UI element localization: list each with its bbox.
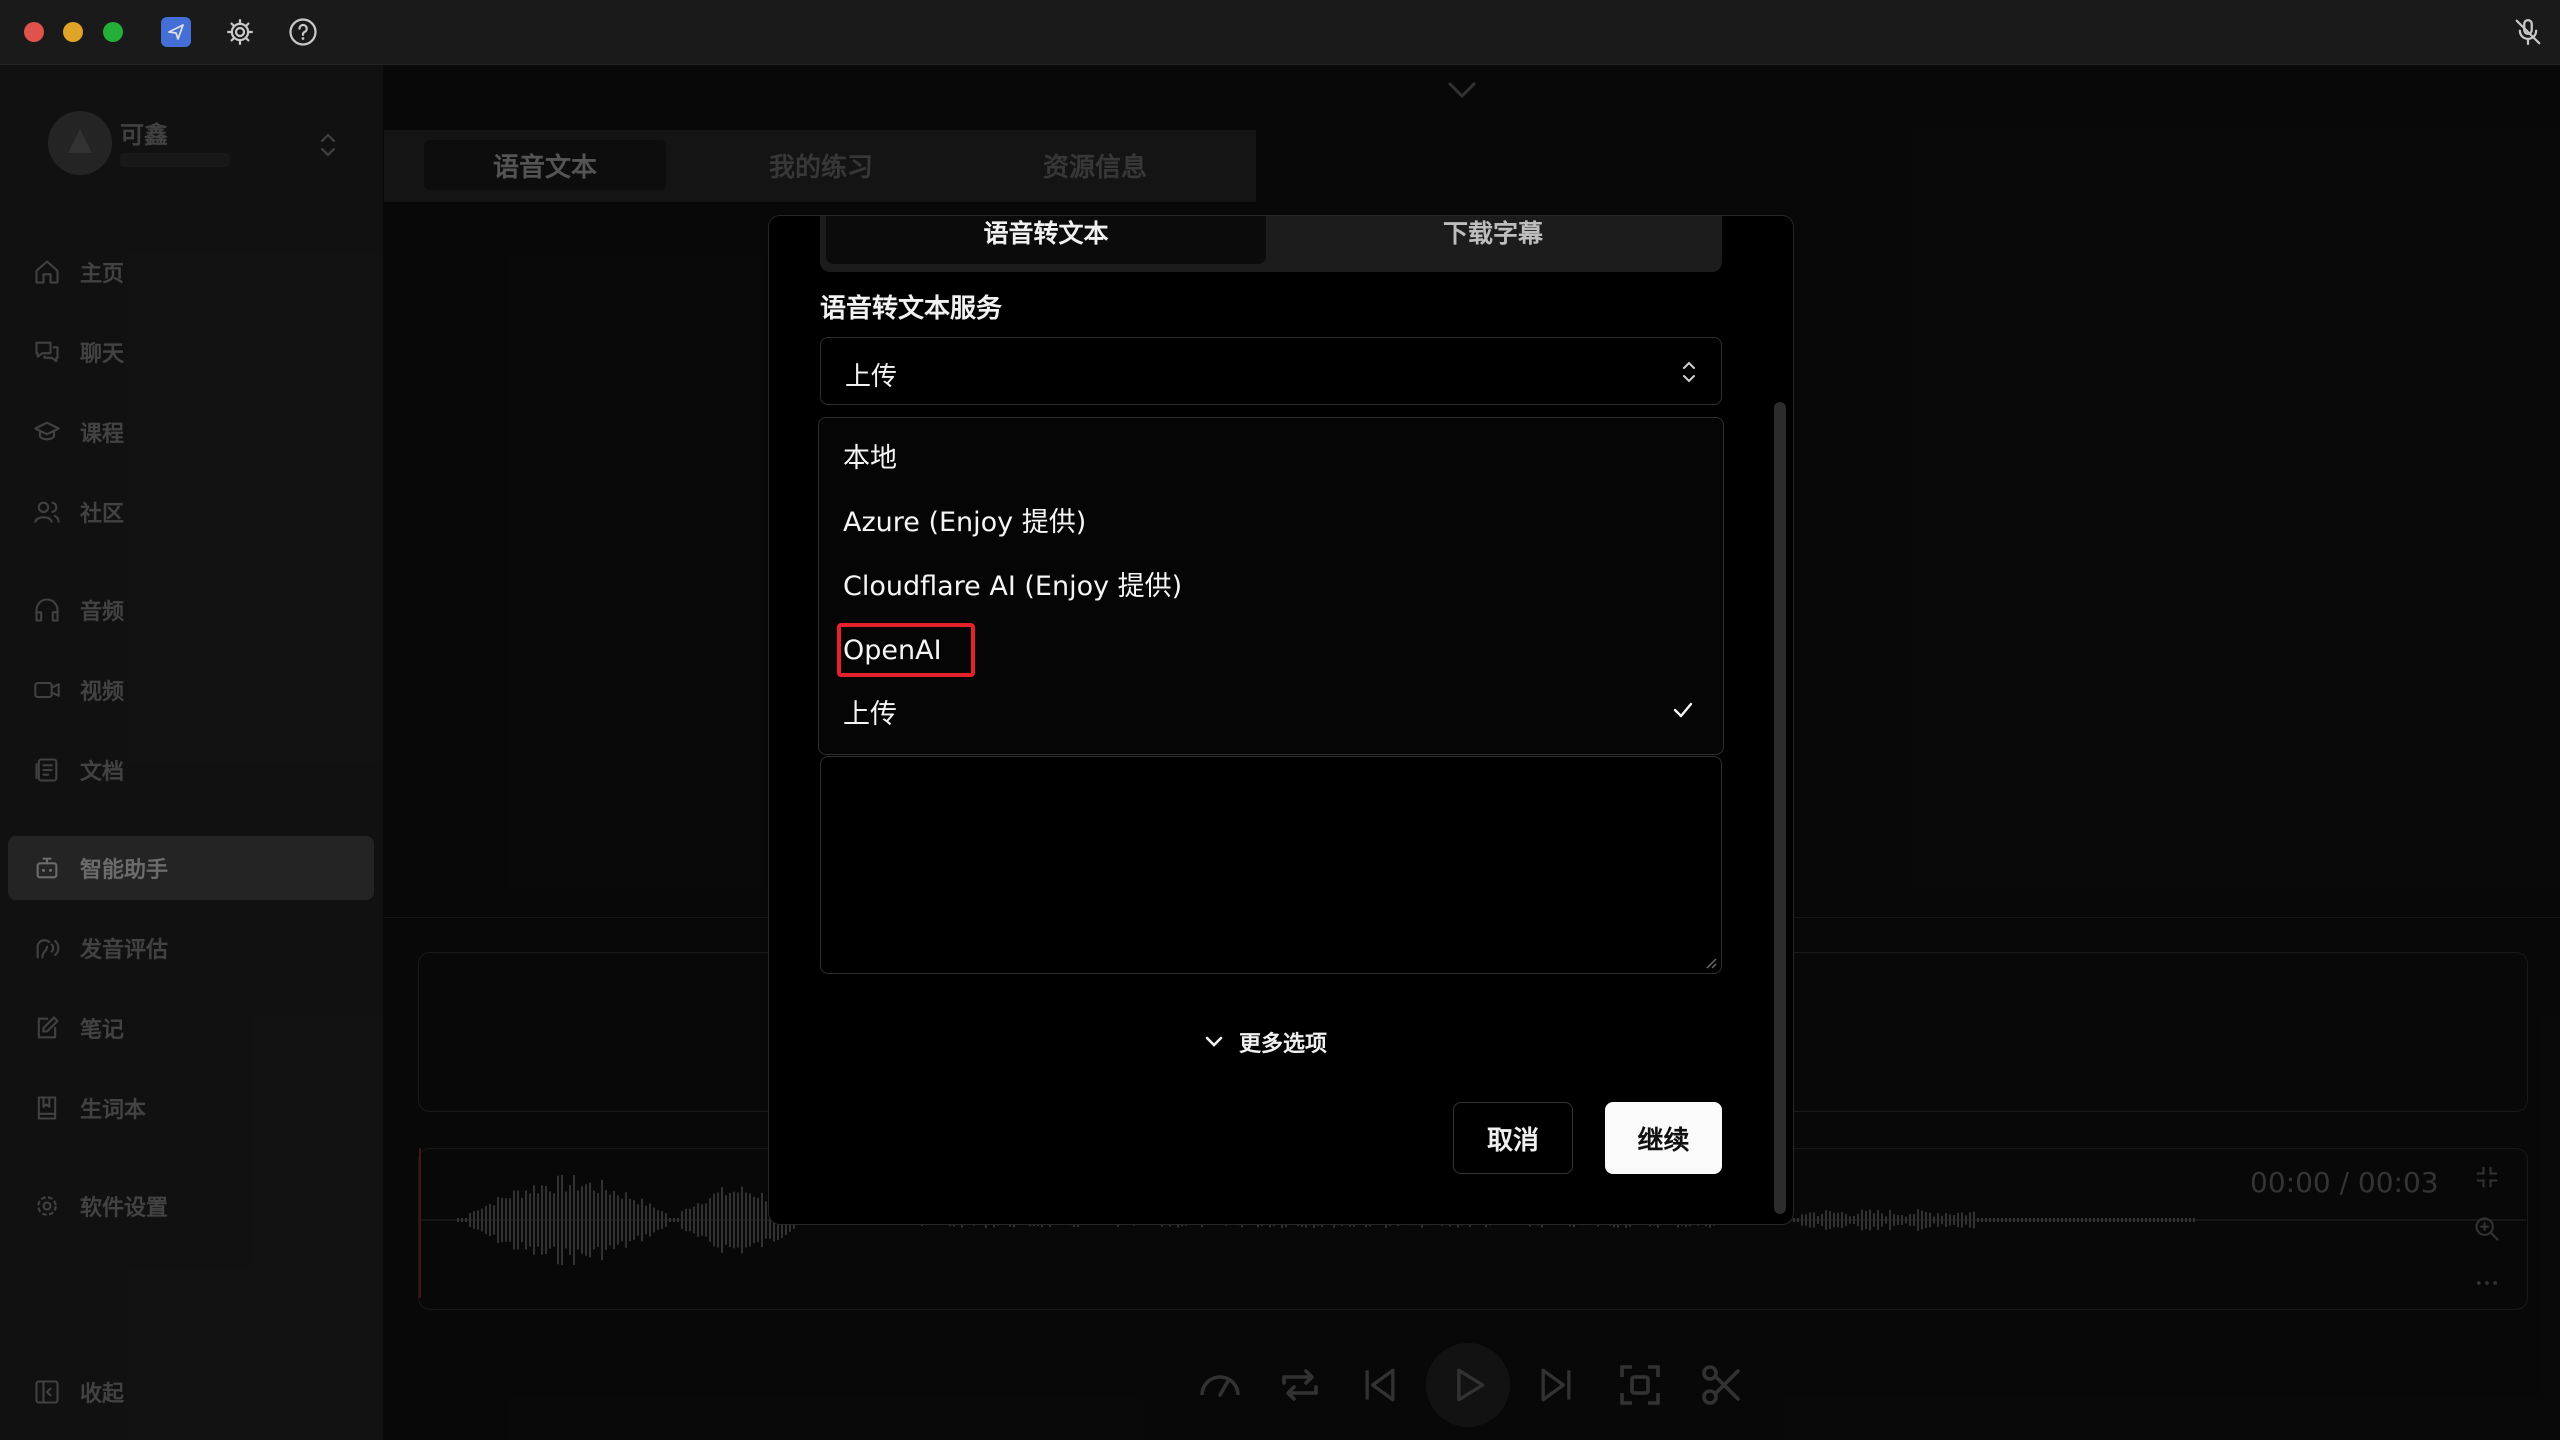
- check-icon: [1673, 702, 1693, 718]
- segment-speech-to-text[interactable]: 语音转文本: [826, 216, 1266, 264]
- resize-grip-icon: [1706, 958, 1717, 969]
- dialog-scrollbar[interactable]: [1774, 402, 1786, 1214]
- app-window: 可鑫 主页 聊天 课程 社区 音频 视频 文档 智能助手 发音评估 笔记 生词本…: [0, 0, 2560, 1440]
- segmented-control: 语音转文本 下载字幕: [820, 216, 1722, 272]
- cancel-button[interactable]: 取消: [1453, 1102, 1573, 1174]
- service-select-value: 上传: [845, 362, 898, 392]
- service-label: 语音转文本服务: [820, 294, 1003, 324]
- more-options-label: 更多选项: [1239, 1032, 1328, 1057]
- more-options-toggle[interactable]: 更多选项: [1203, 1022, 1327, 1062]
- option-azure[interactable]: Azure (Enjoy 提供): [843, 503, 1086, 543]
- segment-download-subtitles[interactable]: 下载字幕: [1270, 216, 1716, 264]
- continue-button[interactable]: 继续: [1605, 1102, 1722, 1174]
- chevron-updown-icon: [1679, 356, 1699, 388]
- option-local[interactable]: 本地: [843, 439, 897, 479]
- service-select[interactable]: 上传: [820, 337, 1722, 405]
- service-options-list: 本地 Azure (Enjoy 提供) Cloudflare AI (Enjoy…: [818, 417, 1724, 755]
- option-upload[interactable]: 上传: [843, 695, 897, 735]
- transcript-textarea[interactable]: [820, 756, 1722, 974]
- option-cloudflare[interactable]: Cloudflare AI (Enjoy 提供): [843, 567, 1182, 607]
- chevron-down-icon: [1205, 1036, 1223, 1047]
- openai-highlight-box: [837, 623, 975, 677]
